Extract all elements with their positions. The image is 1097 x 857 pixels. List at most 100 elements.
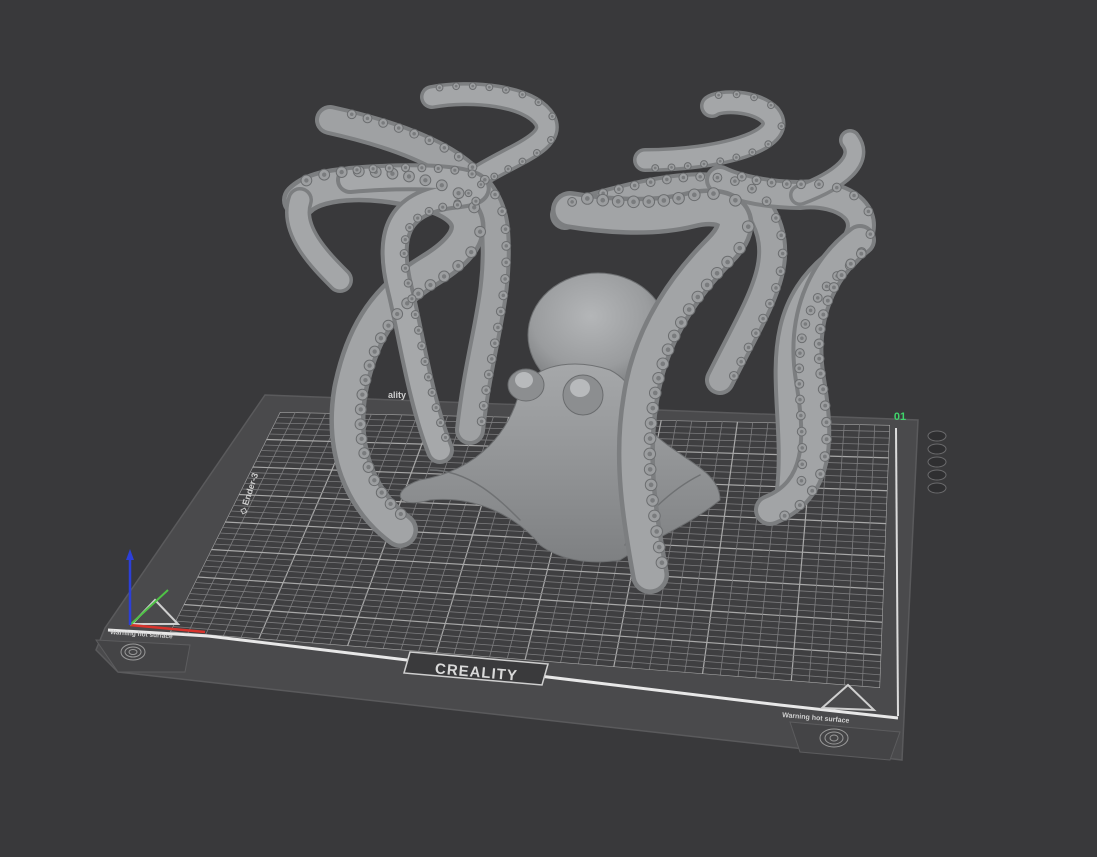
sucker-center [358, 422, 363, 427]
sucker-center [442, 146, 447, 150]
sucker-center [824, 437, 829, 442]
sucker-center [632, 183, 637, 188]
sucker-center [398, 511, 403, 517]
sucker-center [550, 115, 554, 118]
sucker-center [800, 336, 804, 340]
sucker-center [799, 182, 803, 187]
sucker-center [413, 312, 417, 317]
sucker-center [501, 293, 506, 298]
sucker-center [650, 498, 655, 503]
sucker-center [363, 377, 368, 383]
sucker-center [799, 429, 804, 434]
sucker-center [739, 359, 743, 364]
sucker-center [671, 333, 677, 339]
sucker-center [711, 191, 716, 196]
sucker-center [768, 301, 772, 306]
plate-button-2[interactable] [927, 443, 947, 455]
3d-viewport[interactable]: CREALITY 01 Warning hot surface Warning [0, 0, 1097, 857]
plate-control-buttons[interactable] [927, 430, 947, 494]
sucker-center [521, 160, 524, 163]
sucker-center [647, 451, 653, 457]
sucker-center [438, 86, 441, 89]
sucker-center [499, 309, 503, 314]
sucker-center [656, 375, 661, 381]
sucker-center [733, 197, 738, 203]
sucker-center [735, 92, 738, 96]
sucker-center [718, 159, 722, 163]
sucker-center [372, 349, 377, 354]
sucker-center [503, 227, 508, 231]
sucker-center [769, 103, 773, 107]
sucker-center [670, 165, 673, 169]
scene-canvas[interactable]: CREALITY 01 Warning hot surface Warning [0, 0, 1097, 857]
octopus-model[interactable] [282, 82, 876, 594]
sucker-center [387, 166, 391, 170]
sucker-center [797, 382, 802, 386]
sucker-center [661, 198, 667, 203]
sucker-center [441, 274, 447, 279]
sucker-center [406, 174, 412, 179]
sucker-center [798, 351, 802, 355]
sucker-center [371, 167, 375, 171]
sucker-center [859, 251, 864, 256]
sucker-center [496, 325, 500, 330]
sucker-center [698, 174, 702, 179]
sucker-center [372, 478, 377, 483]
sucker-center [441, 205, 445, 209]
sucker-center [471, 84, 475, 88]
sucker-center [823, 403, 828, 408]
sucker-center [808, 308, 813, 313]
plate-button-3[interactable] [927, 456, 947, 468]
sucker-center [646, 199, 652, 204]
sucker-center [725, 259, 730, 265]
sucker-center [799, 413, 803, 418]
sucker-center [454, 84, 458, 88]
sucker-center [456, 263, 461, 269]
sucker-center [423, 359, 427, 364]
plate-button-1[interactable] [927, 430, 947, 442]
sucker-center [365, 116, 370, 121]
sucker-center [472, 205, 477, 210]
sucker-center [714, 270, 720, 276]
sucker-center [427, 209, 431, 214]
sucker-center [423, 178, 428, 183]
sucker-center [665, 347, 671, 353]
sucker-center [780, 251, 785, 256]
sucker-center [500, 209, 504, 214]
sucker-center [481, 403, 486, 408]
sucker-center [416, 291, 421, 296]
sucker-center [866, 209, 871, 214]
sucker-center [493, 192, 497, 197]
sucker-center [691, 192, 697, 198]
sucker-center [648, 420, 654, 426]
sucker-center [467, 191, 470, 195]
sucker-center [779, 233, 783, 238]
sucker-center [660, 361, 666, 367]
sucker-center [487, 372, 491, 377]
sucker-center [430, 390, 434, 394]
sucker-center [825, 298, 830, 303]
sucker-center [752, 95, 756, 99]
sucker-center [378, 336, 384, 341]
sucker-center [797, 503, 802, 508]
plate-button-4[interactable] [927, 469, 947, 481]
sucker-center [852, 193, 856, 198]
sucker-center [406, 281, 410, 285]
sucker-center [780, 124, 783, 128]
sucker-center [420, 166, 424, 170]
sucker-center [403, 166, 408, 170]
sucker-center [521, 93, 524, 96]
sucker-center [652, 513, 657, 519]
sucker-center [436, 166, 440, 171]
sucker-center [379, 490, 384, 495]
octopus-eye-left [507, 368, 545, 402]
sucker-center [659, 560, 665, 566]
sucker-center [717, 93, 720, 97]
plate-button-5[interactable] [927, 482, 947, 494]
sucker-center [395, 311, 400, 317]
sucker-center [420, 344, 424, 348]
sucker-center [754, 178, 759, 182]
sucker-center [702, 162, 706, 166]
sucker-center [490, 357, 494, 361]
sucker-center [535, 151, 539, 155]
